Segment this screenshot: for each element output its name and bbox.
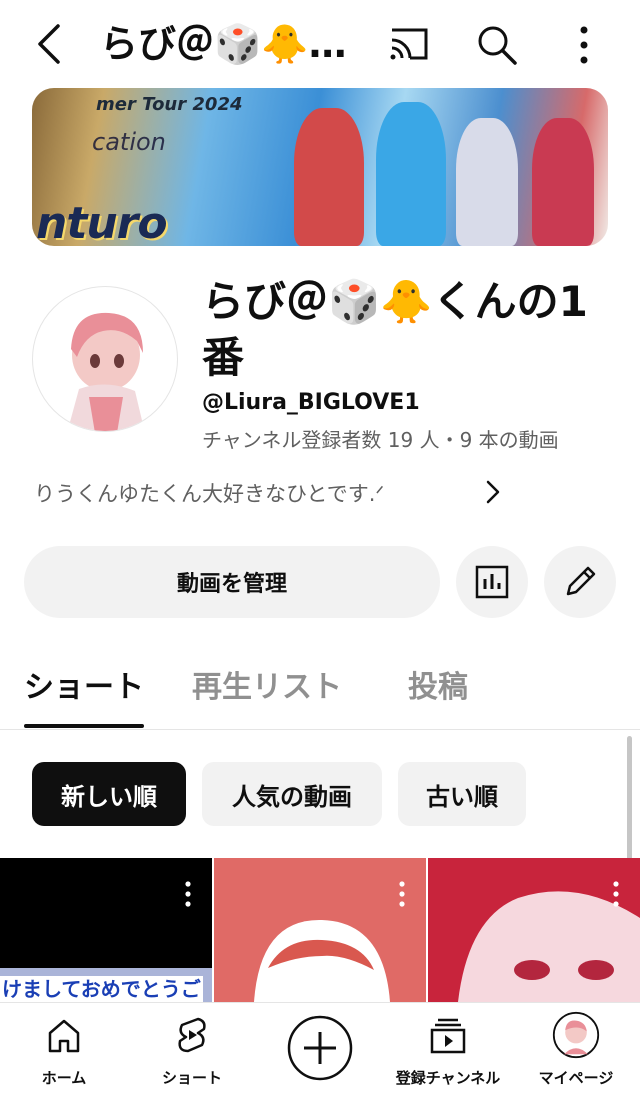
chevron-right-icon[interactable]	[484, 478, 502, 506]
thumbnail-illustration	[254, 919, 390, 1002]
short-thumbnail[interactable]	[428, 858, 640, 1002]
back-arrow-icon[interactable]	[30, 22, 70, 66]
nav-home[interactable]: ホーム	[0, 1003, 128, 1096]
search-icon[interactable]	[476, 24, 518, 66]
manage-videos-button[interactable]: 動画を管理	[24, 546, 440, 618]
profile-avatar-icon	[552, 1011, 600, 1059]
channel-avatar[interactable]	[32, 286, 178, 432]
tab-shorts[interactable]: ショート	[24, 662, 144, 706]
top-app-bar: らび＠🎲🐥…	[0, 0, 640, 86]
more-vertical-icon[interactable]	[612, 880, 620, 908]
analytics-icon	[475, 565, 509, 599]
nav-subscriptions-label: 登録チャンネル	[395, 1069, 501, 1087]
banner-sub-text: cation	[92, 128, 166, 156]
home-icon	[48, 1019, 80, 1053]
short-thumbnail[interactable]: けましておめでとうご	[0, 858, 212, 1002]
scrollbar[interactable]	[627, 736, 632, 862]
active-tab-indicator	[24, 724, 144, 728]
pencil-icon	[566, 566, 596, 596]
nav-subscriptions[interactable]: 登録チャンネル	[384, 1003, 512, 1096]
chip-popular[interactable]: 人気の動画	[202, 762, 382, 826]
short-thumbnail[interactable]	[214, 858, 426, 1002]
channel-title: らび＠🎲🐥…	[100, 22, 347, 66]
create-plus-icon	[287, 1015, 353, 1081]
avatar-illustration	[67, 312, 145, 431]
banner-figure	[532, 118, 594, 246]
short-caption: けましておめでとうご	[0, 976, 203, 1002]
banner-figure	[456, 118, 518, 246]
channel-banner: mer Tour 2024 cation nturo	[32, 88, 608, 246]
edit-channel-button[interactable]	[544, 546, 616, 618]
channel-stats: チャンネル登録者数 19 人・9 本の動画	[202, 428, 559, 452]
nav-my-page-label: マイページ	[538, 1069, 614, 1087]
nav-my-page[interactable]: マイページ	[512, 1003, 640, 1096]
cast-icon[interactable]	[388, 26, 430, 62]
chip-newest[interactable]: 新しい順	[32, 762, 186, 826]
banner-figure	[376, 102, 446, 246]
nav-shorts-label: ショート	[161, 1069, 222, 1087]
tab-playlists[interactable]: 再生リスト	[192, 662, 342, 706]
channel-handle: @Liura_BIGLOVE1	[202, 390, 420, 415]
thumbnail-illustration	[428, 858, 640, 1002]
channel-description[interactable]: りうくんゆたくん大好きなひとです.ᐟ	[34, 478, 384, 508]
channel-name: らび＠🎲🐥くんの1番	[202, 277, 588, 382]
tab-posts[interactable]: 投稿	[408, 662, 468, 706]
more-vertical-icon[interactable]	[184, 880, 192, 908]
nav-create[interactable]	[256, 1003, 384, 1096]
chip-oldest[interactable]: 古い順	[398, 762, 526, 826]
nav-home-label: ホーム	[41, 1069, 87, 1087]
bottom-navigation: ホーム ショート 登録チャンネル マイページ	[0, 1002, 640, 1096]
channel-tabs: ショート 再生リスト 投稿	[0, 648, 640, 730]
analytics-button[interactable]	[456, 546, 528, 618]
banner-figure	[294, 108, 364, 246]
subscriptions-icon	[430, 1018, 466, 1054]
banner-tour-text: mer Tour 2024	[96, 94, 243, 115]
more-vertical-icon[interactable]	[398, 880, 406, 908]
banner-logo-text: nturo	[36, 198, 168, 246]
shorts-icon	[178, 1017, 206, 1053]
more-vertical-icon[interactable]	[572, 24, 596, 66]
nav-shorts[interactable]: ショート	[128, 1003, 256, 1096]
